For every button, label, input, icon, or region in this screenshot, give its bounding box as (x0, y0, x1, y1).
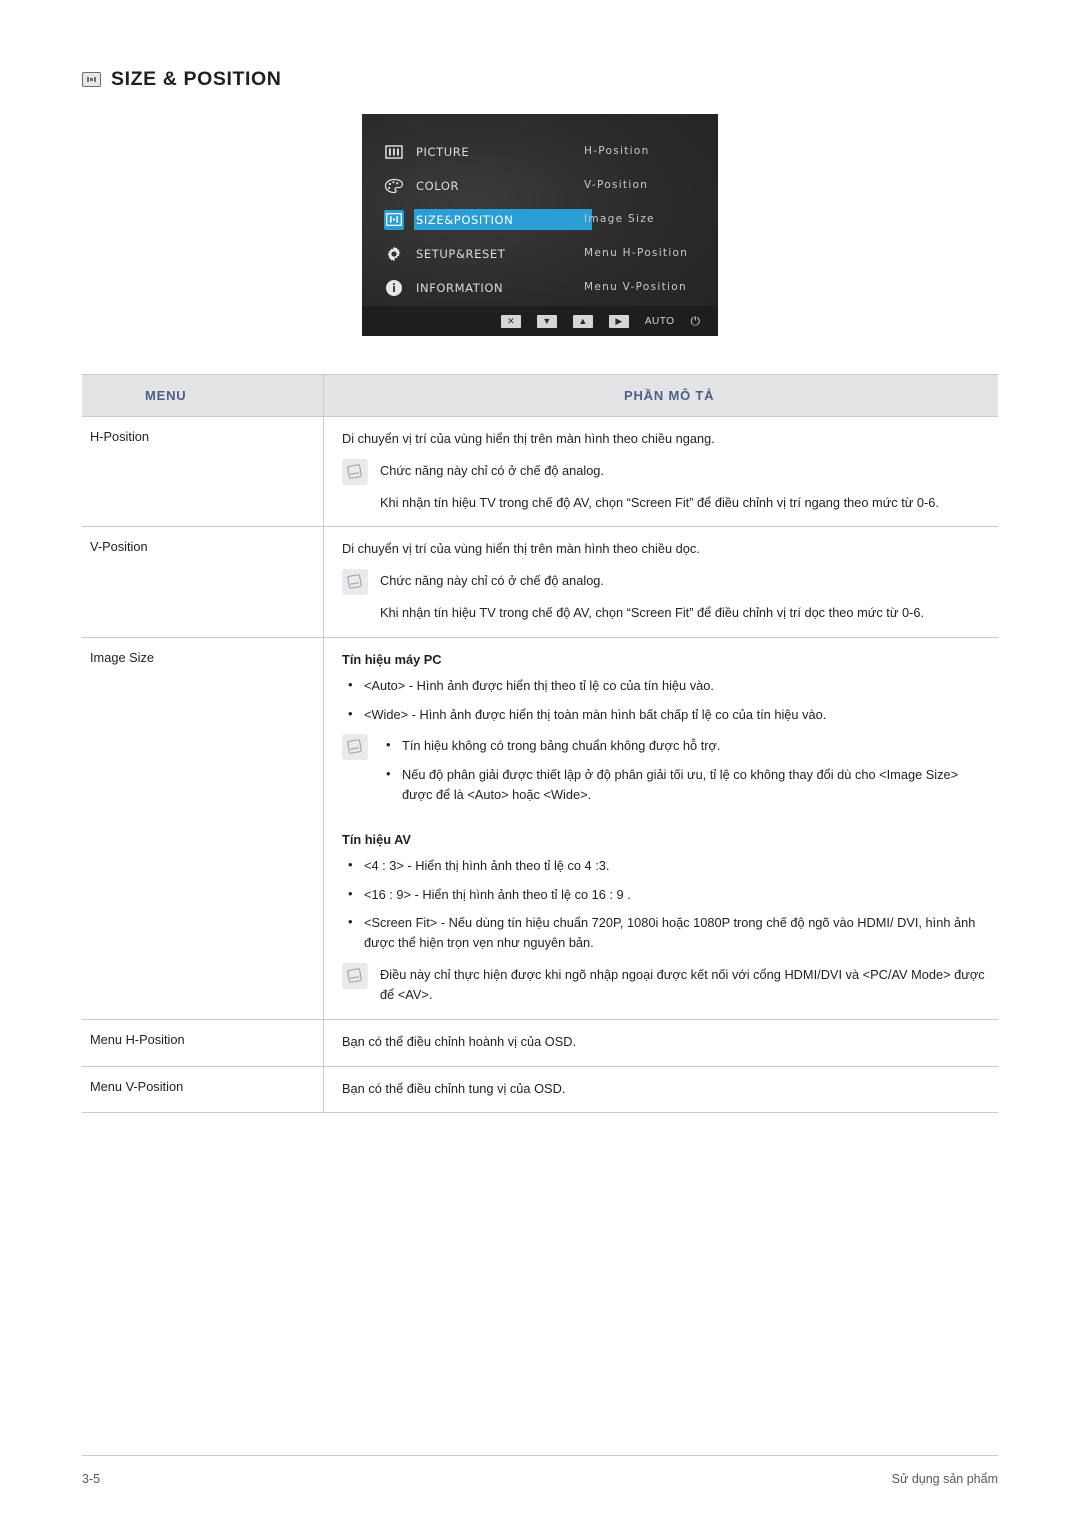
note-icon (342, 963, 368, 990)
row-desc-menu-v-position: Bạn có thể điều chỉnh tung vị của OSD. (323, 1066, 998, 1114)
note-block: Chức năng này chỉ có ở chế độ analog. Kh… (342, 458, 986, 513)
osd-submenu: H-Position V-Position Image Size Menu H-… (584, 140, 714, 310)
row-menu-v-position: V-Position (82, 526, 324, 638)
osd-menu-item-setup-reset[interactable]: SETUP&RESET (384, 242, 574, 265)
pc-signal-list: <Auto> - Hình ảnh được hiển thị theo tỉ … (342, 675, 986, 725)
row-menu-menu-v-position: Menu V-Position (82, 1066, 324, 1114)
size-position-icon (82, 72, 101, 87)
osd-menu-label: COLOR (416, 178, 460, 193)
table-body: H-Position Di chuyển vị trí của vùng hiể… (82, 416, 998, 1114)
enter-button[interactable]: ▶ (608, 314, 629, 328)
footer-section-title: Sử dụng sản phẩm (891, 1472, 998, 1486)
note-block: Điều này chỉ thực hiện được khi ngõ nhập… (342, 963, 986, 1005)
footer-divider (82, 1455, 998, 1456)
av-signal-heading: Tín hiệu AV (342, 831, 411, 847)
note-body: Chức năng này chỉ có ở chế độ analog. Kh… (380, 571, 986, 623)
list-item: <16 : 9> - Hiển thị hình ảnh theo tỉ lệ … (342, 884, 986, 905)
osd-menu-label: SIZE&POSITION (416, 212, 514, 227)
table-row: Image Size Tín hiệu máy PC <Auto> - Hình… (82, 637, 998, 1020)
pc-signal-heading: Tín hiệu máy PC (342, 651, 442, 667)
osd-submenu-item-h-position[interactable]: H-Position (584, 140, 714, 163)
osd-menu-label: SETUP&RESET (416, 246, 506, 261)
row-menu-image-size: Image Size (82, 637, 324, 1020)
row-desc-v-position: Di chuyển vị trí của vùng hiển thị trên … (323, 526, 998, 638)
table-header: MENU PHẦN MÔ TẢ (82, 374, 998, 417)
table-row: Menu V-Position Bạn có thể điều chỉnh tu… (82, 1066, 998, 1114)
desc-main: Di chuyển vị trí của vùng hiển thị trên … (342, 431, 715, 446)
osd-submenu-item-menu-v-position[interactable]: Menu V-Position (584, 276, 714, 299)
down-button[interactable]: ▼ (536, 314, 557, 328)
setup-reset-icon (384, 244, 404, 264)
footer-page-number: 3-5 (82, 1472, 101, 1486)
note-block: Chức năng này chỉ có ở chế độ analog. Kh… (342, 569, 986, 623)
pc-note-list: Tín hiệu không có trong bảng chuẩn không… (380, 735, 986, 805)
desc-main: Di chuyển vị trí của vùng hiển thị trên … (342, 541, 700, 557)
auto-button[interactable]: AUTO (645, 315, 675, 328)
note-text-av: Điều này chỉ thực hiện được khi ngõ nhập… (380, 967, 985, 1002)
row-desc-h-position: Di chuyển vị trí của vùng hiển thị trên … (323, 416, 998, 528)
size-position-icon (384, 209, 404, 230)
note-text-1: Chức năng này chỉ có ở chế độ analog. (380, 573, 604, 589)
document-page: SIZE & POSITION PICTURE COLOR SIZE&POSIT… (0, 0, 1080, 1527)
list-item: <Wide> - Hình ảnh được hiển thị toàn màn… (342, 704, 986, 725)
list-item: <4 : 3> - Hiển thị hình ảnh theo tỉ lệ c… (342, 855, 986, 876)
table-row: H-Position Di chuyển vị trí của vùng hiể… (82, 416, 998, 528)
page-title-text: SIZE & POSITION (111, 68, 282, 90)
av-signal-list: <4 : 3> - Hiển thị hình ảnh theo tỉ lệ c… (342, 855, 986, 953)
osd-button-bar: ✕ ▼ ▲ ▶ AUTO ⏻ (362, 306, 718, 336)
list-item: Tín hiệu không có trong bảng chuẩn không… (380, 735, 986, 756)
note-body: Điều này chỉ thực hiện được khi ngõ nhập… (380, 965, 986, 1005)
row-menu-menu-h-position: Menu H-Position (82, 1019, 324, 1067)
osd-submenu-item-image-size[interactable]: Image Size (584, 208, 714, 231)
note-block: Tín hiệu không có trong bảng chuẩn không… (342, 734, 986, 813)
note-icon (342, 734, 368, 761)
row-desc-menu-h-position: Bạn có thể điều chỉnh hoành vị của OSD. (323, 1019, 998, 1067)
page-title: SIZE & POSITION (82, 68, 281, 91)
table-row: Menu H-Position Bạn có thể điều chỉnh ho… (82, 1019, 998, 1067)
table-header-row: MENU PHẦN MÔ TẢ (82, 374, 998, 417)
list-item: <Screen Fit> - Nếu dùng tín hiệu chuẩn 7… (342, 912, 986, 953)
osd-submenu-item-v-position[interactable]: V-Position (584, 174, 714, 197)
osd-submenu-item-menu-h-position[interactable]: Menu H-Position (584, 242, 714, 265)
osd-main-menu: PICTURE COLOR SIZE&POSITION SETUP&RESET … (384, 140, 592, 310)
exit-button[interactable]: ✕ (500, 314, 521, 328)
menu-description-table: MENU PHẦN MÔ TẢ H-Position Di chuyển vị … (82, 374, 998, 1114)
osd-menu-item-color[interactable]: COLOR (384, 174, 574, 197)
note-body: Tín hiệu không có trong bảng chuẩn không… (380, 735, 986, 813)
column-header-description: PHẦN MÔ TẢ (323, 374, 998, 417)
osd-menu-label: INFORMATION (416, 280, 504, 295)
osd-menu-item-size-position[interactable]: SIZE&POSITION (384, 208, 592, 231)
table-row: V-Position Di chuyển vị trí của vùng hiể… (82, 526, 998, 638)
information-icon (384, 278, 404, 298)
color-icon (384, 176, 404, 196)
note-icon (342, 569, 368, 596)
note-text-2: Khi nhận tín hiệu TV trong chế độ AV, ch… (380, 605, 925, 621)
power-button[interactable]: ⏻ (691, 314, 701, 328)
picture-icon (384, 142, 404, 162)
note-text-1: Chức năng này chỉ có ở chế độ analog. (380, 462, 604, 478)
note-text-2: Khi nhận tín hiệu TV trong chế độ AV, ch… (380, 494, 939, 510)
list-item: Nếu độ phân giải được thiết lập ở độ phâ… (380, 764, 986, 805)
list-item: <Auto> - Hình ảnh được hiển thị theo tỉ … (342, 675, 986, 696)
row-menu-h-position: H-Position (82, 416, 324, 528)
note-icon (342, 458, 368, 485)
column-header-menu: MENU (82, 374, 324, 417)
row-desc-image-size: Tín hiệu máy PC <Auto> - Hình ảnh được h… (323, 637, 998, 1020)
note-body: Chức năng này chỉ có ở chế độ analog. Kh… (380, 461, 986, 513)
osd-menu-item-information[interactable]: INFORMATION (384, 276, 574, 299)
osd-menu-item-picture[interactable]: PICTURE (384, 140, 574, 163)
up-button[interactable]: ▲ (572, 314, 593, 328)
osd-menu-label: PICTURE (416, 144, 470, 159)
osd-screenshot: PICTURE COLOR SIZE&POSITION SETUP&RESET … (362, 114, 718, 336)
